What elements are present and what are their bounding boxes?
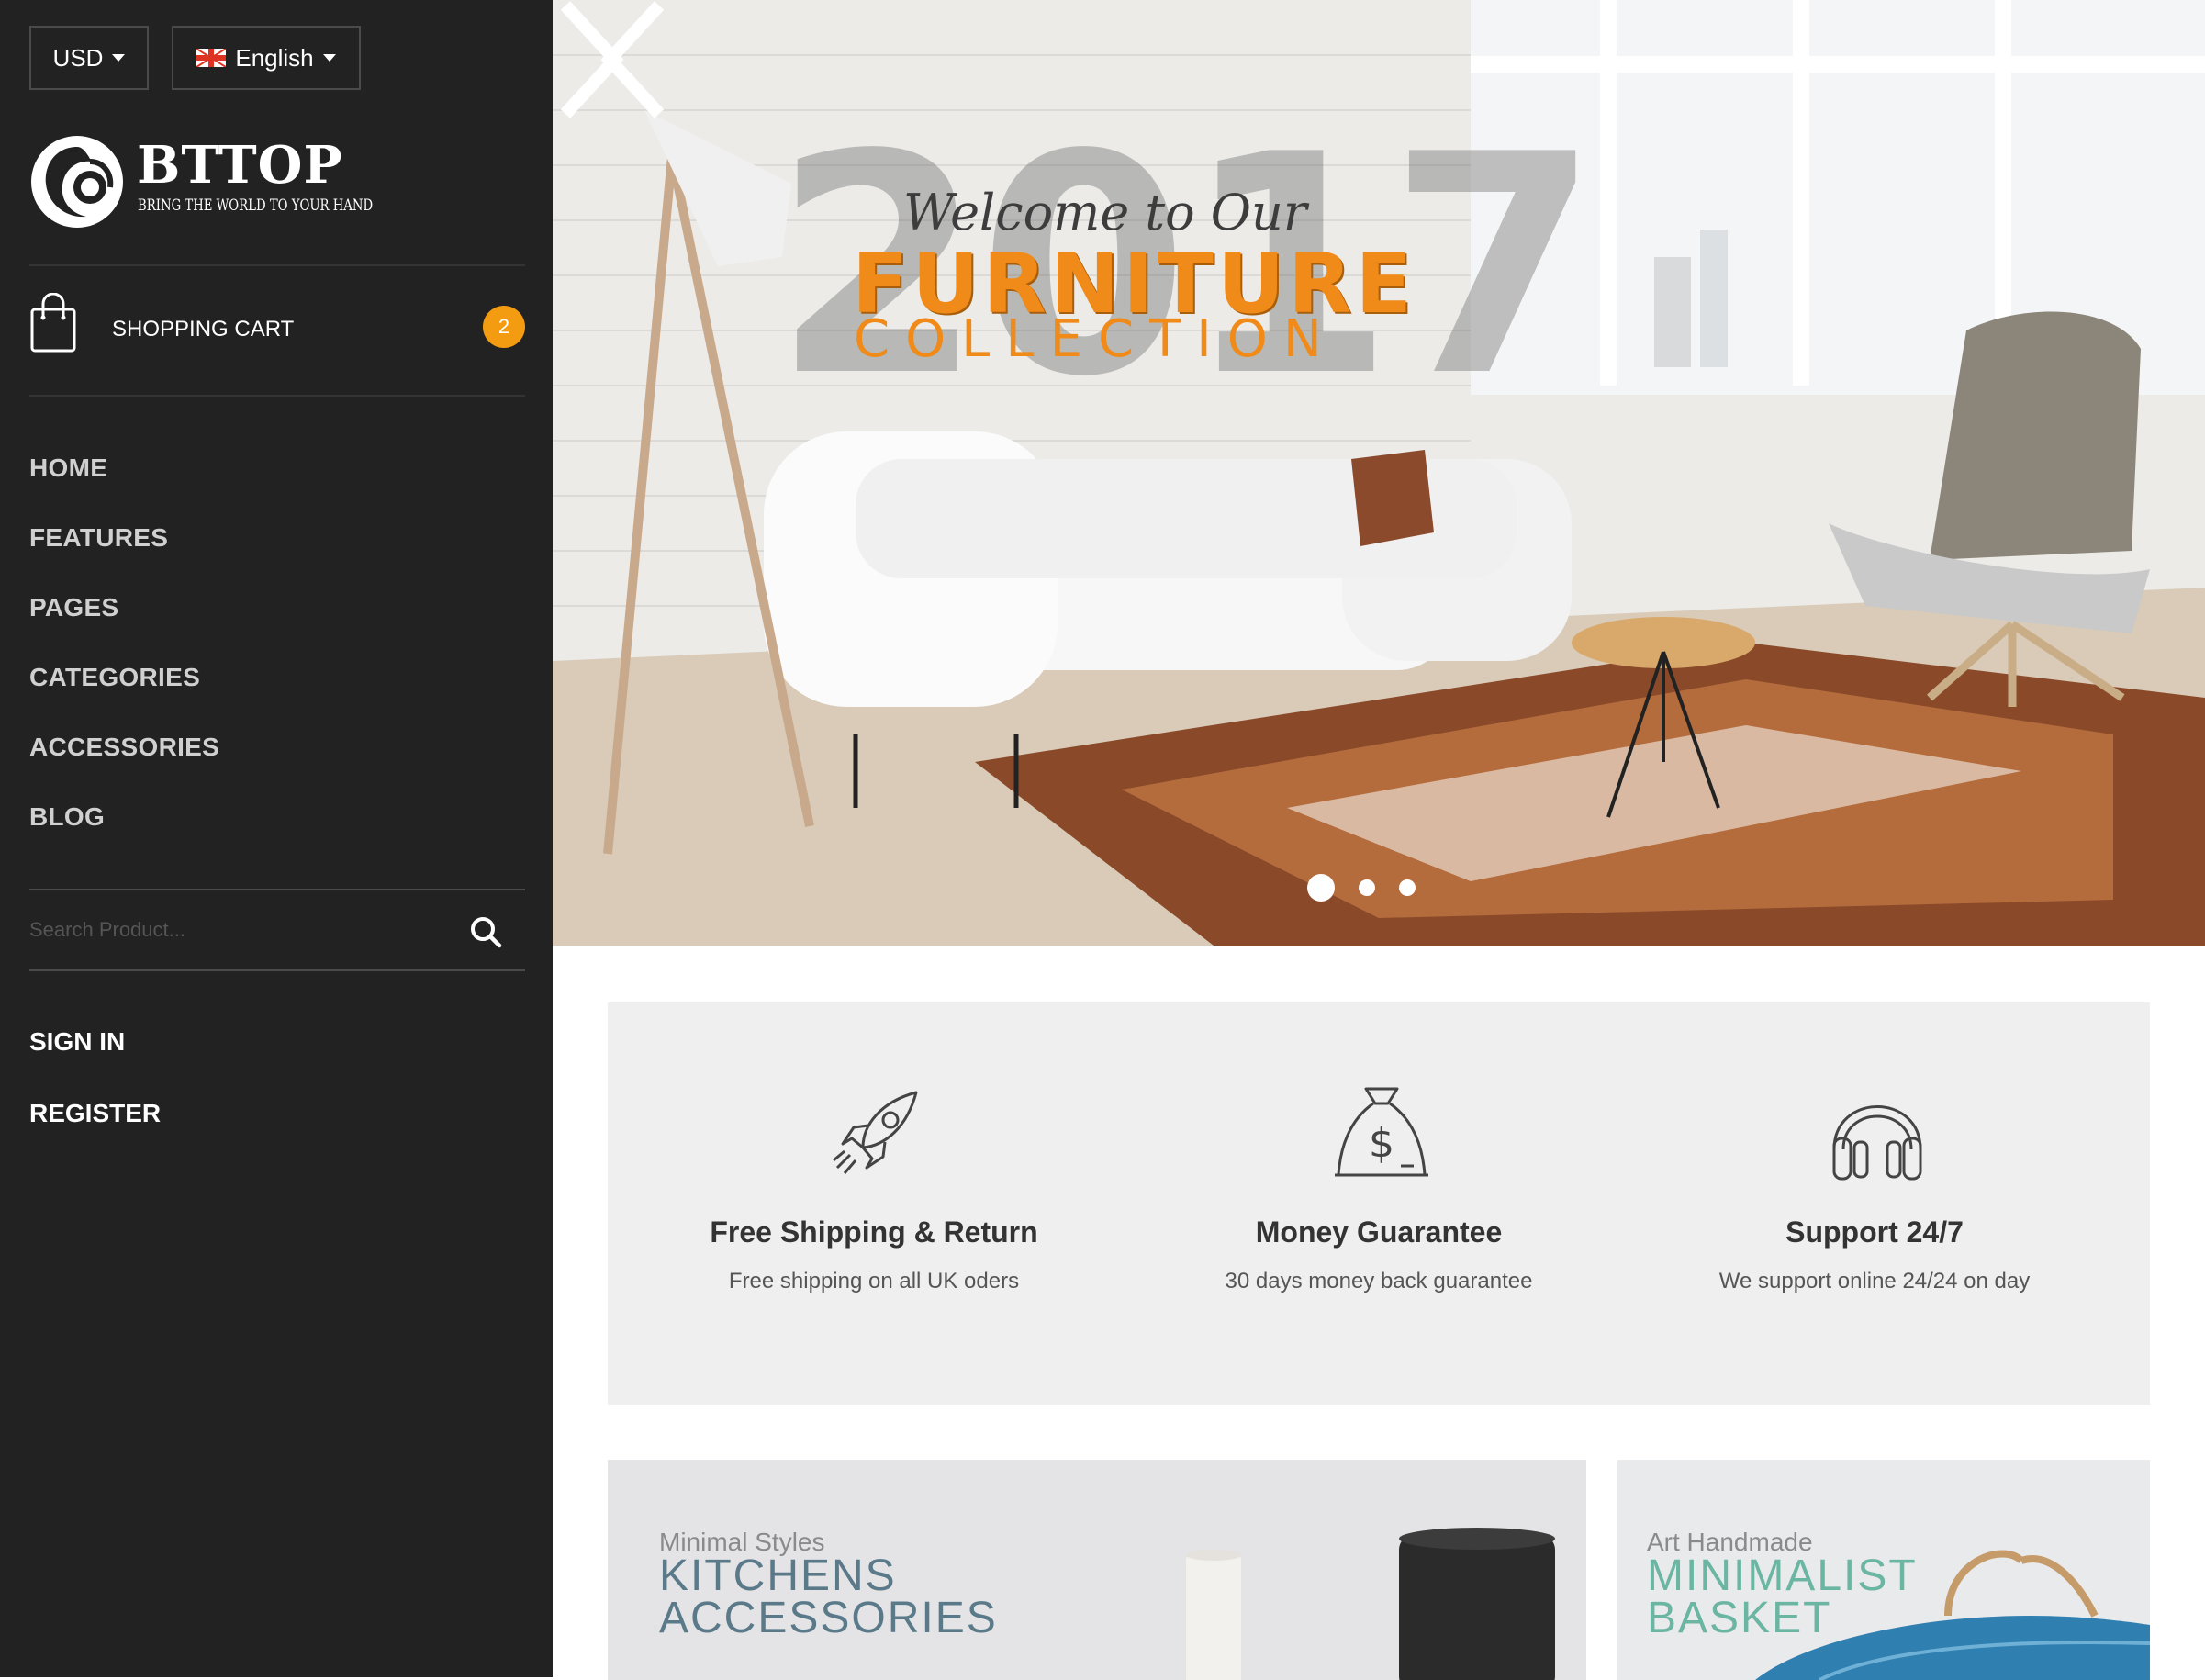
feature-title: Support 24/7: [1785, 1215, 1964, 1249]
feature-title: Money Guarantee: [1255, 1215, 1503, 1249]
promo-title-line2: BASKET: [1647, 1594, 1832, 1642]
language-select[interactable]: English: [172, 26, 361, 90]
promo-title-line1: MINIMALIST: [1647, 1551, 1918, 1600]
nav-item-accessories[interactable]: ACCESSORIES: [29, 720, 219, 790]
feature-shipping: Free Shipping & Return Free shipping on …: [626, 1002, 1122, 1405]
brand-tagline: BRING THE WORLD TO YOUR HAND: [138, 196, 374, 215]
divider: [29, 264, 525, 266]
feature-support: Support 24/7 We support online 24/24 on …: [1627, 1002, 2122, 1405]
caret-down-icon: [112, 54, 126, 62]
currency-select[interactable]: USD: [29, 26, 149, 90]
feature-desc: 30 days money back guarantee: [1225, 1269, 1533, 1294]
hero-welcome-text: Welcome to Our: [903, 184, 1307, 241]
brand-name: BTTOP: [137, 135, 343, 196]
account-links: SIGN IN REGISTER: [29, 1014, 161, 1158]
sidebar: USD English BTTOP BRING THE WORLD TO YOU…: [0, 0, 553, 1677]
nav-item-pages[interactable]: PAGES: [29, 580, 219, 650]
nav-item-home[interactable]: HOME: [29, 441, 219, 510]
promo-banner-basket[interactable]: Art Handmade MINIMALIST BASKET: [1617, 1460, 2150, 1680]
nav-item-blog[interactable]: BLOG: [29, 790, 219, 859]
sign-in-link[interactable]: SIGN IN: [29, 1014, 161, 1086]
caret-down-icon: [322, 54, 336, 62]
money-bag-icon: $: [1335, 1087, 1428, 1177]
headphones-icon: [1832, 1105, 1922, 1181]
cart-count-badge: 2: [483, 306, 525, 348]
slider-pagination: [1307, 874, 1416, 902]
promo-title: KITCHENS ACCESSORIES: [659, 1551, 998, 1642]
promo-banner-kitchens[interactable]: Minimal Styles KITCHENS ACCESSORIES: [608, 1460, 1586, 1680]
feature-desc: Free shipping on all UK oders: [728, 1269, 1020, 1294]
shopping-cart[interactable]: SHOPPING CART 2: [29, 289, 525, 372]
features-strip: Free Shipping & Return Free shipping on …: [608, 1002, 2150, 1405]
nav-item-features[interactable]: FEATURES: [29, 510, 219, 580]
hero-subtitle: COLLECTION: [854, 309, 1338, 369]
promo-title: MINIMALIST BASKET: [1647, 1551, 1918, 1642]
search-input[interactable]: [29, 909, 433, 951]
search-icon[interactable]: [468, 914, 503, 949]
hero-slider: 2017 Welcome to Our FURNITURE COLLECTION: [553, 0, 2205, 946]
divider: [29, 395, 525, 397]
uk-flag-icon: [196, 49, 227, 67]
nav-item-categories[interactable]: CATEGORIES: [29, 650, 219, 720]
feature-title: Free Shipping & Return: [710, 1215, 1038, 1249]
svg-text:$: $: [1369, 1120, 1394, 1167]
register-link[interactable]: REGISTER: [29, 1086, 161, 1158]
slider-dot-1[interactable]: [1307, 874, 1335, 902]
feature-money: $ Money Guarantee 30 days money back gua…: [1131, 1002, 1627, 1405]
slider-dot-3[interactable]: [1399, 879, 1416, 896]
main-nav: HOME FEATURES PAGES CATEGORIES ACCESSORI…: [29, 441, 219, 859]
search-bar: [29, 889, 525, 971]
slider-dot-2[interactable]: [1359, 879, 1375, 896]
brand-logo[interactable]: BTTOP BRING THE WORLD TO YOUR HAND: [29, 134, 373, 231]
feature-desc: We support online 24/24 on day: [1718, 1269, 2031, 1294]
rocket-icon: [833, 1091, 918, 1174]
language-label: English: [235, 43, 314, 72]
chevron-right-icon[interactable]: [553, 0, 626, 119]
currency-label: USD: [52, 43, 104, 72]
logo-mark-icon: [31, 136, 123, 228]
shopping-bag-icon: [30, 293, 76, 353]
cart-label: SHOPPING CART: [112, 317, 295, 342]
promo-title-line1: KITCHENS: [659, 1551, 897, 1600]
promo-title-line2: ACCESSORIES: [659, 1594, 998, 1642]
